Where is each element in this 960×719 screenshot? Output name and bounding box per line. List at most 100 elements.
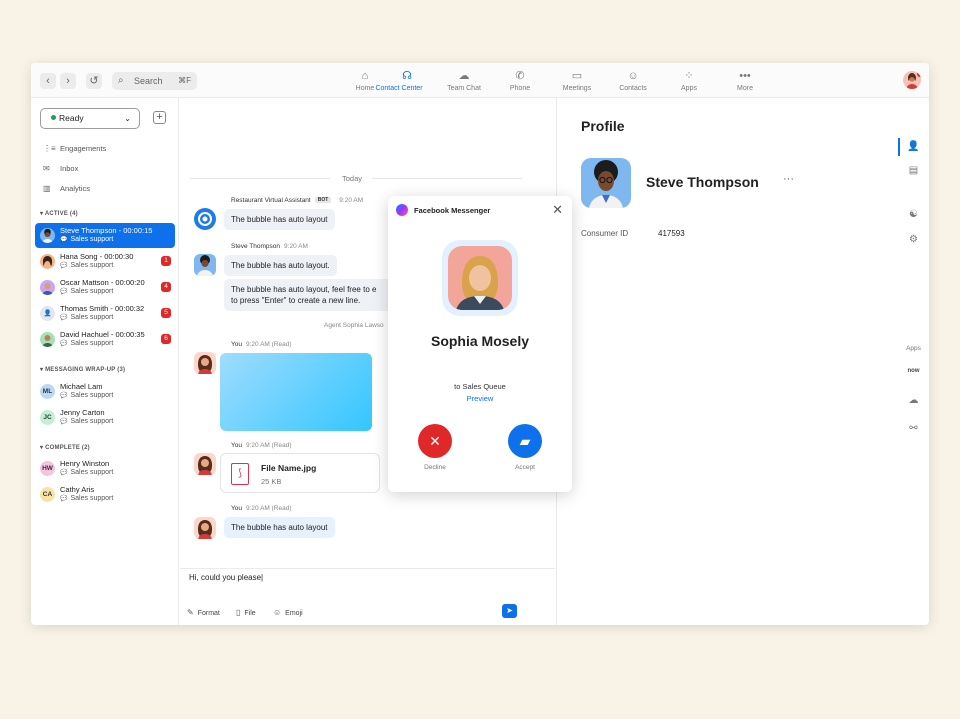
unread-badge: 5	[161, 308, 171, 318]
tab-contact-center[interactable]: ☊ Contact Center	[375, 69, 427, 92]
accept-button[interactable]: ▰	[508, 424, 542, 458]
servicenow-icon[interactable]: now	[898, 368, 929, 374]
avatar	[40, 280, 55, 295]
conversation-name: Jenny Carton	[60, 408, 105, 417]
sender-name: Steve Thompson	[231, 243, 281, 250]
cloud-icon[interactable]: ☁	[898, 395, 929, 406]
decline-label: Decline	[424, 464, 446, 471]
tab-apps[interactable]: ⁘ Apps	[659, 69, 719, 92]
conversation-steve-thompson[interactable]: Steve Thompson - 00:00:15 💬 Sales support	[35, 223, 175, 248]
conversation-queue: 💬 Sales support	[60, 469, 113, 476]
conversation-name: Oscar Mattson - 00:00:20	[60, 278, 145, 287]
image-attachment[interactable]	[220, 353, 372, 431]
conversation-henry-winston[interactable]: HW Henry Winston 💬 Sales support	[35, 456, 175, 481]
profile-icon[interactable]: 👤	[898, 141, 929, 152]
analytics-icon: ▥	[43, 184, 51, 193]
conversation-michael-lam[interactable]: ML Michael Lam 💬 Sales support	[35, 379, 175, 404]
settings-icon[interactable]: ⚙	[898, 234, 929, 245]
messenger-icon	[396, 204, 408, 216]
conversation-queue: 💬 Sales support	[60, 392, 113, 399]
decline-button[interactable]: ✕	[418, 424, 452, 458]
message-sender: You 9:20 AM (Read)	[231, 341, 292, 348]
queue-label: Sales support	[70, 288, 114, 295]
conversation-name: Hana Song - 00:00:30	[60, 252, 134, 261]
profile-name: Steve Thompson	[646, 174, 759, 190]
tab-more[interactable]: ••• More	[715, 69, 775, 92]
consumer-id-value: 417593	[658, 229, 685, 238]
message-sender: Steve Thompson 9:20 AM	[231, 243, 308, 250]
avatar: CA	[40, 487, 55, 502]
message-line: to press "Enter" to create a new line.	[231, 296, 361, 305]
menu-engagements[interactable]: ⋮≡ Engagements	[43, 143, 106, 155]
tab-team-chat[interactable]: ☁ Team Chat	[434, 69, 494, 92]
section-active[interactable]: ▾ ACTIVE (4)	[40, 210, 78, 217]
user-avatar[interactable]	[903, 71, 921, 89]
search-input[interactable]: ⌕ Search ⌘F	[112, 72, 197, 90]
add-button[interactable]: +	[153, 111, 166, 124]
file-icon: ▯	[236, 608, 241, 617]
history-icon[interactable]: ↺	[86, 73, 102, 89]
hubspot-icon[interactable]: ⚯	[898, 423, 929, 434]
conversation-david-hachuel[interactable]: David Hachuel - 00:00:35 💬 Sales support …	[35, 327, 175, 352]
send-button[interactable]: ➤	[502, 604, 517, 618]
conversation-queue: 💬 Sales support	[60, 340, 113, 347]
top-bar: ‹ › ↺ ⌕ Search ⌘F ⌂ Home ☊ Contact Center …	[31, 63, 929, 98]
conversation-hana-song[interactable]: Hana Song - 00:00:30 💬 Sales support 1	[35, 249, 175, 274]
meetings-icon: ▭	[571, 70, 583, 82]
pdf-icon: ⟆	[231, 463, 249, 485]
conversation-oscar-mattson[interactable]: Oscar Mattson - 00:00:20 💬 Sales support …	[35, 275, 175, 300]
section-complete[interactable]: ▾ COMPLETE (2)	[40, 444, 90, 451]
message-input[interactable]: Hi, could you please|	[189, 573, 263, 582]
brain-icon[interactable]: ☯	[898, 209, 929, 220]
chat-bubble-icon: 💬	[60, 237, 68, 243]
caller-name: Sophia Mosely	[430, 333, 530, 349]
avatar	[194, 254, 216, 276]
close-icon[interactable]: ✕	[552, 202, 563, 218]
format-button[interactable]: ✎ Format	[187, 608, 220, 617]
queue-label: Sales support	[70, 340, 114, 347]
emoji-icon: ☺	[273, 608, 282, 617]
tab-phone[interactable]: ✆ Phone	[490, 69, 550, 92]
conversation-name: Cathy Aris	[60, 485, 95, 494]
conversation-thomas-smith[interactable]: 👤 Thomas Smith - 00:00:32 💬 Sales support…	[35, 301, 175, 326]
message-bubble: The bubble has auto layout, feel free to…	[224, 279, 414, 311]
file-size: 25 KB	[261, 477, 282, 486]
bot-badge: BOT	[314, 197, 332, 203]
forward-button[interactable]: ›	[60, 73, 76, 89]
status-dropdown[interactable]: Ready ⌄	[40, 108, 140, 129]
conversation-queue: 💬 Sales support	[60, 262, 113, 269]
more-icon: •••	[739, 70, 751, 82]
menu-label: Inbox	[60, 164, 79, 173]
chat-bubble-icon: 💬	[60, 496, 68, 502]
menu-inbox[interactable]: ✉ Inbox	[43, 163, 78, 175]
section-label: MESSAGING WRAP-UP (3)	[45, 367, 126, 373]
conversation-jenny-carton[interactable]: JC Jenny Carton 💬 Sales support	[35, 405, 175, 430]
date-divider: Today	[342, 174, 363, 183]
notes-icon[interactable]: ▤	[898, 165, 929, 176]
file-button[interactable]: ▯ File	[236, 608, 256, 617]
emoji-button[interactable]: ☺ Emoji	[273, 608, 303, 617]
queue-label: Sales support	[70, 418, 114, 425]
message-time: 9:20 AM	[284, 243, 308, 250]
sender-name: You	[231, 442, 242, 449]
menu-analytics[interactable]: ▥ Analytics	[43, 183, 90, 195]
conversation-cathy-aris[interactable]: CA Cathy Aris 💬 Sales support	[35, 482, 175, 507]
conversation-queue: 💬 Sales support	[60, 236, 113, 243]
chat-bubble-icon: 💬	[60, 289, 68, 295]
caller-avatar	[448, 246, 512, 310]
tab-label: Contacts	[619, 85, 647, 92]
queue-label: Sales support	[70, 469, 114, 476]
tab-contacts[interactable]: ☺ Contacts	[603, 69, 663, 92]
message-time: 9:20 AM	[339, 197, 364, 204]
preview-link[interactable]: Preview	[388, 394, 572, 403]
section-wrapup[interactable]: ▾ MESSAGING WRAP-UP (3)	[40, 366, 125, 373]
back-button[interactable]: ‹	[40, 73, 56, 89]
my-avatar	[194, 352, 216, 374]
consumer-id-label: Consumer ID	[581, 229, 629, 238]
tab-meetings[interactable]: ▭ Meetings	[547, 69, 607, 92]
unread-badge: 4	[161, 282, 171, 292]
queue-label: Sales support	[70, 392, 114, 399]
file-attachment[interactable]: ⟆ File Name.jpg 25 KB	[220, 453, 380, 493]
conversation-name: Michael Lam	[60, 382, 103, 391]
more-options-button[interactable]: ···	[783, 173, 794, 185]
